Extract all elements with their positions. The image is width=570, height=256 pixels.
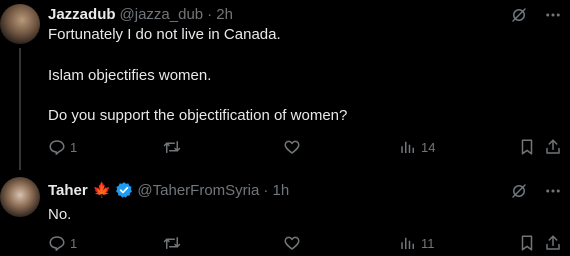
views-chart-icon (399, 138, 417, 156)
tweet-text-line: Fortunately I do not live in Canada. (48, 26, 281, 43)
timestamp[interactable]: · 2h (207, 6, 233, 23)
tweet-actions: 1 11 (48, 234, 560, 254)
share-button[interactable] (544, 138, 562, 156)
retweet-button[interactable] (162, 234, 182, 252)
reply-button[interactable]: 1 (48, 234, 77, 252)
reply-count: 1 (70, 235, 78, 251)
views-button[interactable]: 14 (399, 138, 435, 156)
views-count: 14 (421, 139, 436, 155)
tweet-text-line: Islam objectifies women. (48, 67, 212, 84)
views-count: 11 (421, 235, 435, 251)
more-icon[interactable] (544, 6, 562, 24)
tweet-text-line: Do you support the objectification of wo… (48, 107, 348, 124)
thread-line (19, 48, 21, 170)
retweet-icon (162, 234, 182, 252)
heart-icon (283, 234, 301, 252)
share-icon (544, 234, 562, 252)
tweet[interactable]: Taher 🍁 @TaherFromSyria · 1h No. 1 11 (0, 170, 570, 256)
author-name[interactable]: Taher (48, 182, 88, 199)
tweet-text-line: No. (48, 206, 72, 223)
maple-leaf-icon: 🍁 (92, 181, 112, 199)
more-icon[interactable] (544, 182, 562, 200)
like-button[interactable] (283, 234, 301, 252)
like-button[interactable] (283, 138, 301, 156)
grok-icon[interactable] (510, 182, 528, 200)
tweet-header: Jazzadub @jazza_dub · 2h (48, 4, 233, 24)
reply-icon (48, 234, 66, 252)
views-chart-icon (399, 234, 417, 252)
reply-button[interactable]: 1 (48, 138, 77, 156)
bookmark-icon (518, 138, 536, 156)
avatar[interactable] (0, 177, 40, 217)
bookmark-button[interactable] (518, 138, 536, 156)
tweet[interactable]: Jazzadub @jazza_dub · 2h Fortunately I d… (0, 0, 570, 170)
share-icon (544, 138, 562, 156)
heart-icon (283, 138, 301, 156)
reply-icon (48, 138, 66, 156)
author-handle[interactable]: @TaherFromSyria (137, 182, 259, 199)
verified-badge-icon[interactable] (115, 181, 133, 199)
reply-count: 1 (70, 139, 78, 155)
retweet-icon (162, 138, 182, 156)
tweet-actions: 1 14 (48, 138, 560, 158)
timestamp[interactable]: · 1h (263, 182, 289, 199)
views-button[interactable]: 11 (399, 234, 435, 252)
share-button[interactable] (544, 234, 562, 252)
tweet-top-actions (510, 182, 562, 200)
retweet-button[interactable] (162, 138, 182, 156)
bookmark-button[interactable] (518, 234, 536, 252)
bookmark-icon (518, 234, 536, 252)
grok-icon[interactable] (510, 6, 528, 24)
author-name[interactable]: Jazzadub (48, 6, 116, 23)
tweet-header: Taher 🍁 @TaherFromSyria · 1h (48, 180, 289, 200)
author-handle[interactable]: @jazza_dub (120, 6, 204, 23)
tweet-top-actions (510, 6, 562, 24)
avatar[interactable] (0, 4, 40, 44)
